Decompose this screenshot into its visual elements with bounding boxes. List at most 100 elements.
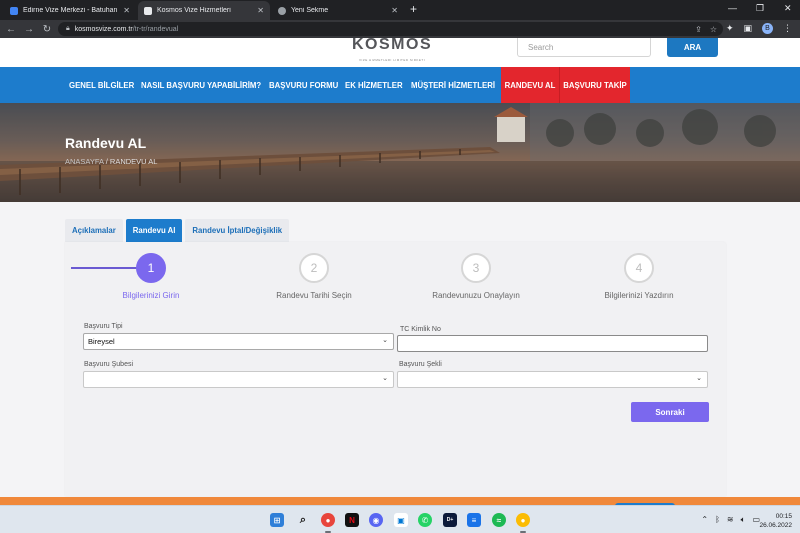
clock-time: 00:15 <box>775 513 792 520</box>
step-label: Bilgilerinizi Yazdırın <box>604 291 674 300</box>
menu-kebab-icon[interactable]: ⋮ <box>783 23 792 34</box>
kosmos-logo[interactable]: KOSMOS VIZE HIZMETLERI LIMITED SIRKETI <box>352 36 433 63</box>
windows-taskbar: ⊞ ⌕ ● N ◉ ▣ ✆ D+ ≡ ≈ ● ⌃ ᛒ ≋ 🔈︎ ▭ 00:15 … <box>0 505 800 533</box>
tc-number-input[interactable] <box>397 335 708 352</box>
search-icon[interactable]: ⌕ <box>296 513 310 527</box>
bluetooth-icon[interactable]: ᛒ <box>715 515 720 525</box>
system-tray: ⌃ ᛒ ≋ 🔈︎ ▭ <box>701 515 760 525</box>
minimize-icon[interactable]: — <box>728 3 737 13</box>
close-icon[interactable]: ✕ <box>391 6 398 15</box>
application-type-select[interactable]: Bireysel ⌄ <box>83 333 394 350</box>
search-button[interactable]: ARA <box>667 38 718 57</box>
nav-basvuru-formu[interactable]: BAŞVURU FORMU <box>269 67 338 103</box>
tab-title: Edirne Vize Merkezi - Batuhan - G <box>23 7 118 14</box>
pier-scene-image <box>0 103 800 202</box>
application-type-label: Başvuru Tipi <box>84 323 123 330</box>
disney-plus-icon[interactable]: D+ <box>443 513 457 527</box>
chevron-down-icon: ⌄ <box>696 375 702 382</box>
bookmark-star-icon[interactable]: ☆ <box>710 25 717 34</box>
step-label: Randevunuzu Onaylayın <box>432 291 520 300</box>
reload-icon[interactable]: ↻ <box>38 24 56 35</box>
wizard-step-3[interactable]: 3 Randevunuzu Onaylayın <box>396 253 556 300</box>
method-select[interactable]: ⌄ <box>397 371 708 388</box>
appointment-wizard-card: 1 Bilgilerinizi Girin 2 Randevu Tarihi S… <box>65 242 726 496</box>
step-number: 1 <box>136 253 166 283</box>
wifi-icon[interactable]: ≋ <box>727 515 734 525</box>
appointment-tabs: Açıklamalar Randevu Al Randevu İptal/Değ… <box>65 219 290 242</box>
address-bar[interactable]: 🔒︎ kosmosvize.com.tr/tr-tr/randevual ⇪ ☆ <box>58 22 723 36</box>
main-navigation: GENEL BİLGİLER NASIL BAŞVURU YAPABİLİRİM… <box>0 67 800 103</box>
nav-ek-hizmetler[interactable]: EK HİZMETLER <box>345 67 403 103</box>
nav-randevu-al[interactable]: RANDEVU AL <box>501 67 559 103</box>
breadcrumb-separator: / <box>105 157 108 166</box>
close-window-icon[interactable]: ✕ <box>784 3 792 14</box>
method-label: Başvuru Şekli <box>399 361 442 368</box>
application-type-value: Bireysel <box>88 337 115 346</box>
nav-genel-bilgiler[interactable]: GENEL BİLGİLER <box>69 67 134 103</box>
netflix-icon[interactable]: N <box>345 513 359 527</box>
clock[interactable]: 00:15 26.06.2022 <box>759 512 792 530</box>
page-title: Randevu AL <box>65 135 147 151</box>
browser-tab[interactable]: Yeni Sekme ✕ <box>272 1 404 20</box>
branch-label: Başvuru Şubesi <box>84 361 134 368</box>
chevron-down-icon: ⌄ <box>382 337 388 344</box>
restore-icon[interactable]: ❐ <box>756 3 764 14</box>
breadcrumb-home[interactable]: ANASAYFA <box>65 157 104 166</box>
tc-number-label: TC Kimlik No <box>400 326 441 333</box>
docs-icon <box>10 6 18 15</box>
tab-title: Yeni Sekme <box>291 7 329 14</box>
tab-title: Kosmos Vize Hizmetleri <box>157 7 231 14</box>
browser-tab-active[interactable]: Kosmos Vize Hizmetleri ✕ <box>138 1 270 20</box>
windows-start-icon[interactable]: ⊞ <box>270 513 284 527</box>
whatsapp-icon[interactable]: ✆ <box>418 513 432 527</box>
logo-tagline: VIZE HIZMETLERI LIMITED SIRKETI <box>359 58 426 62</box>
store-icon[interactable]: ▣ <box>394 513 408 527</box>
lock-icon: 🔒︎ <box>66 25 70 32</box>
terminal-icon[interactable]: ≡ <box>467 513 481 527</box>
wizard-step-1[interactable]: 1 Bilgilerinizi Girin <box>71 253 231 300</box>
spotify-icon[interactable]: ≈ <box>492 513 506 527</box>
tab-aciklamalar[interactable]: Açıklamalar <box>65 219 123 242</box>
profile-avatar[interactable]: B <box>762 23 773 34</box>
clock-date: 26.06.2022 <box>759 522 792 529</box>
step-number: 2 <box>299 253 329 283</box>
browser-tabstrip: Edirne Vize Merkezi - Batuhan - G ✕ Kosm… <box>0 0 800 20</box>
tab-randevu-al[interactable]: Randevu Al <box>125 219 183 242</box>
branch-select[interactable]: ⌄ <box>83 371 394 388</box>
chrome-icon[interactable]: ● <box>321 513 335 527</box>
tab-randevu-iptal[interactable]: Randevu İptal/Değişiklik <box>185 219 290 242</box>
address-path: /tr-tr/randevual <box>132 25 179 33</box>
step-number: 3 <box>461 253 491 283</box>
next-button[interactable]: Sonraki <box>631 402 709 422</box>
kosmos-favicon <box>144 6 152 15</box>
wizard-step-2[interactable]: 2 Randevu Tarihi Seçin <box>234 253 394 300</box>
extensions-icon[interactable]: ✦ <box>726 23 734 34</box>
step-number: 4 <box>624 253 654 283</box>
step-label: Bilgilerinizi Girin <box>122 291 180 300</box>
logo-text: KOSMOS <box>352 36 433 53</box>
site-search-input[interactable]: Search <box>517 38 651 57</box>
forward-icon[interactable]: → <box>20 24 38 35</box>
close-icon[interactable]: ✕ <box>257 6 264 15</box>
back-icon[interactable]: ← <box>2 24 20 35</box>
side-panel-icon[interactable]: ▣ <box>743 23 752 34</box>
chevron-up-icon[interactable]: ⌃ <box>701 515 708 525</box>
volume-icon[interactable]: 🔈︎ <box>741 515 746 525</box>
breadcrumb: ANASAYFA / RANDEVU AL <box>65 157 157 166</box>
share-icon[interactable]: ⇪ <box>695 25 702 34</box>
nav-basvuru-takip[interactable]: BAŞVURU TAKİP <box>559 67 630 103</box>
browser-tab[interactable]: Edirne Vize Merkezi - Batuhan - G ✕ <box>4 1 136 20</box>
chrome-icon <box>278 6 286 15</box>
step-label: Randevu Tarihi Seçin <box>276 291 352 300</box>
site-header: KOSMOS VIZE HIZMETLERI LIMITED SIRKETI S… <box>0 36 800 67</box>
nav-musteri-hizmetleri[interactable]: MÜŞTERİ HİZMETLERİ <box>411 67 495 103</box>
close-icon[interactable]: ✕ <box>123 6 130 15</box>
breadcrumb-current: RANDEVU AL <box>109 157 158 166</box>
chrome-profile-icon[interactable]: ● <box>516 513 530 527</box>
chevron-down-icon: ⌄ <box>382 375 388 382</box>
new-tab-icon[interactable]: + <box>410 2 417 16</box>
nav-nasil-basvuru[interactable]: NASIL BAŞVURU YAPABİLİRİM? <box>141 67 261 103</box>
discord-icon[interactable]: ◉ <box>369 513 383 527</box>
wizard-step-4[interactable]: 4 Bilgilerinizi Yazdırın <box>559 253 719 300</box>
address-domain: kosmosvize.com.tr <box>74 25 133 33</box>
